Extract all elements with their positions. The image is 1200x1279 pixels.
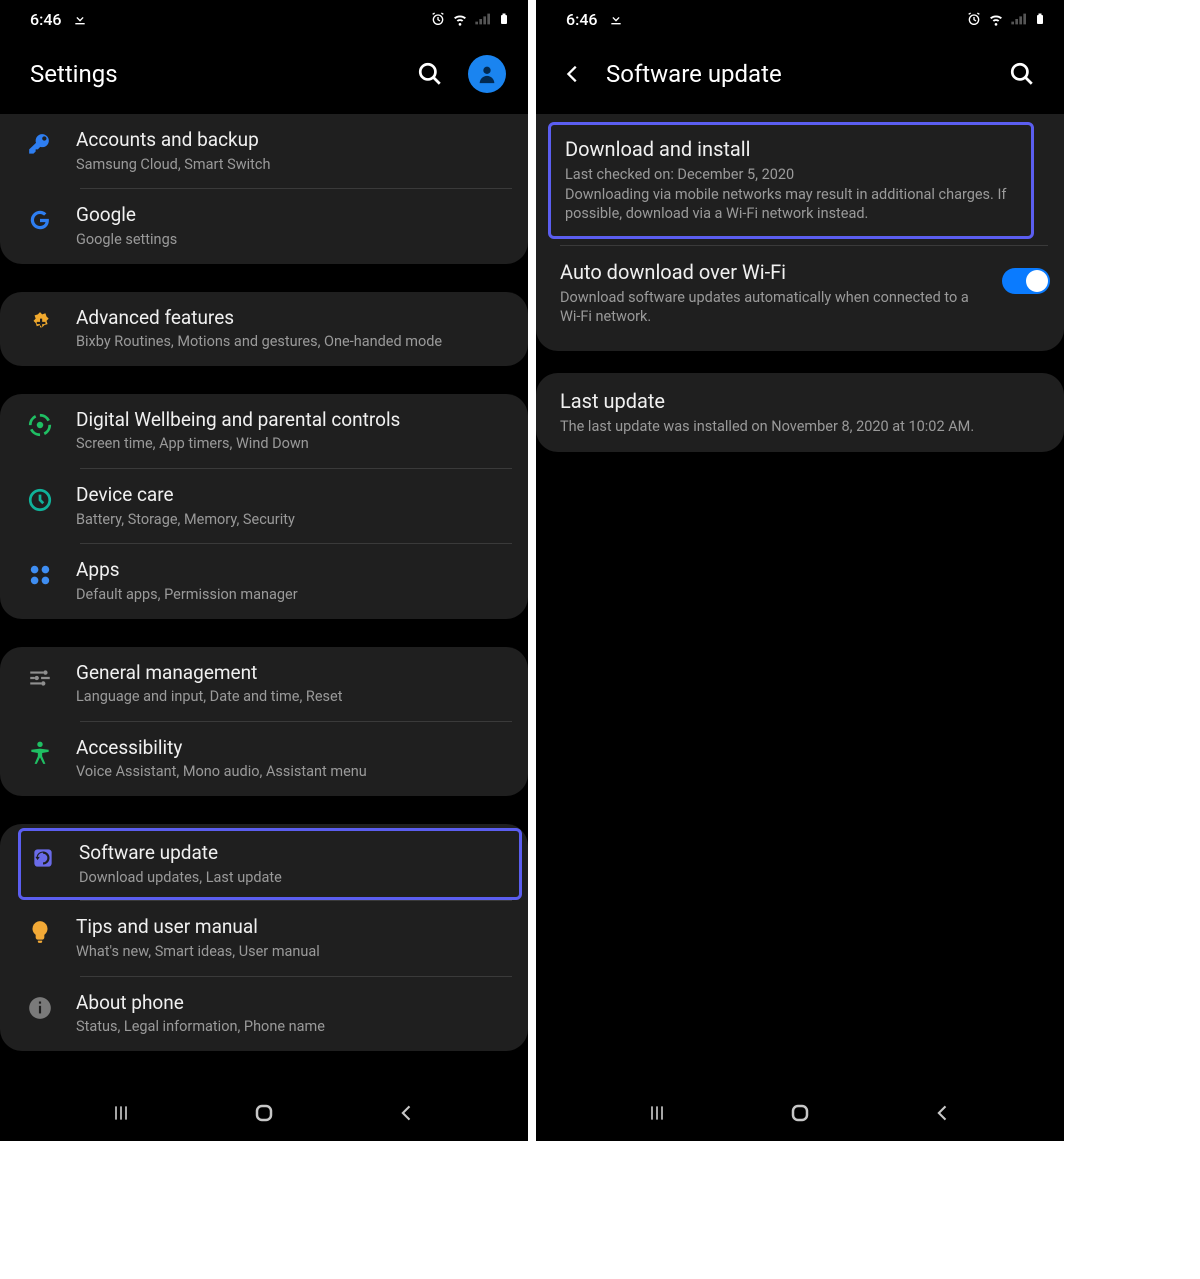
home-button[interactable] [785,1098,815,1128]
row-subtitle: The last update was installed on Novembe… [560,417,1040,437]
row-subtitle: Language and input, Date and time, Reset [76,687,510,707]
row-title: Advanced features [76,306,510,331]
accessibility-icon [27,740,53,770]
alarm-icon [966,11,982,27]
settings-row-google[interactable]: Google Google settings [0,189,528,263]
search-button[interactable] [410,54,450,94]
update-group: Download and install Last checked on: De… [536,114,1064,351]
settings-row-software-update[interactable]: Software update Download updates, Last u… [18,828,522,900]
signal-icon [1010,11,1026,27]
row-title: Auto download over Wi-Fi [560,260,984,284]
settings-group: General management Language and input, D… [0,647,528,797]
row-subtitle: Samsung Cloud, Smart Switch [76,155,510,175]
row-subtitle: Default apps, Permission manager [76,585,510,605]
row-title: Last update [560,389,1040,413]
software-update-screen: 6:46 Software update Download and instal… [536,0,1064,1141]
bulb-icon [27,919,53,949]
settings-group: Digital Wellbeing and parental controls … [0,394,528,619]
page-title: Software update [606,60,984,88]
settings-row-accessibility[interactable]: Accessibility Voice Assistant, Mono audi… [0,722,528,796]
row-subtitle: What's new, Smart ideas, User manual [76,942,510,962]
download-icon [72,11,88,27]
download-icon [608,11,624,27]
row-title: Tips and user manual [76,915,510,940]
auto-download-row[interactable]: Auto download over Wi-Fi Download softwa… [536,246,1064,343]
wifi-icon [452,11,468,27]
row-subtitle: Download software updates automatically … [560,288,984,327]
status-time: 6:46 [30,10,62,29]
settings-group: Advanced features Bixby Routines, Motion… [0,292,528,366]
recents-button[interactable] [106,1098,136,1128]
settings-row-device-care[interactable]: Device care Battery, Storage, Memory, Se… [0,469,528,543]
status-bar: 6:46 [0,0,528,36]
row-title: Software update [79,841,507,866]
back-button[interactable] [392,1098,422,1128]
page-title: Settings [30,60,392,88]
recents-button[interactable] [642,1098,672,1128]
row-subtitle: Voice Assistant, Mono audio, Assistant m… [76,762,510,782]
settings-row-about-phone[interactable]: About phone Status, Legal information, P… [0,977,528,1051]
info-icon [27,995,53,1025]
sliders-icon [27,665,53,695]
row-title: About phone [76,991,510,1016]
battery-icon [496,11,512,27]
key-icon [27,132,53,162]
apps-icon [27,562,53,592]
settings-row-accounts-backup[interactable]: Accounts and backup Samsung Cloud, Smart… [0,114,528,188]
row-title: Apps [76,558,510,583]
download-install-row[interactable]: Download and install Last checked on: De… [548,122,1034,239]
row-subtitle: Download updates, Last update [79,868,507,888]
software-update-icon [30,845,56,875]
row-title: Accessibility [76,736,510,761]
settings-row-general-management[interactable]: General management Language and input, D… [0,647,528,721]
row-title: Digital Wellbeing and parental controls [76,408,510,433]
app-bar: Settings [0,36,528,114]
settings-group: Software update Download updates, Last u… [0,824,528,1051]
wellbeing-icon [27,412,53,442]
google-icon [27,207,53,237]
settings-row-digital-wellbeing[interactable]: Digital Wellbeing and parental controls … [0,394,528,468]
back-button[interactable] [928,1098,958,1128]
settings-list[interactable]: Accounts and backup Samsung Cloud, Smart… [0,114,528,1085]
signal-icon [474,11,490,27]
row-subtitle: Status, Legal information, Phone name [76,1017,510,1037]
advanced-icon [27,310,53,340]
row-title: General management [76,661,510,686]
settings-screen: 6:46 Settings Accounts and backup [0,0,528,1141]
row-subtitle: Battery, Storage, Memory, Security [76,510,510,530]
row-title: Google [76,203,510,228]
nav-bar [536,1085,1064,1141]
row-subtitle: Google settings [76,230,510,250]
row-subtitle: Bixby Routines, Motions and gestures, On… [76,332,510,352]
settings-row-tips[interactable]: Tips and user manual What's new, Smart i… [0,901,528,975]
status-time: 6:46 [566,10,598,29]
row-subtitle: Screen time, App timers, Wind Down [76,434,510,454]
wifi-icon [988,11,1004,27]
software-update-list[interactable]: Download and install Last checked on: De… [536,114,1064,1085]
settings-row-advanced-features[interactable]: Advanced features Bixby Routines, Motion… [0,292,528,366]
update-group: Last update The last update was installe… [536,373,1064,453]
nav-bar [0,1085,528,1141]
app-bar: Software update [536,36,1064,114]
last-update-row[interactable]: Last update The last update was installe… [536,373,1064,453]
battery-icon [1032,11,1048,27]
row-title: Accounts and backup [76,128,510,153]
settings-group: Accounts and backup Samsung Cloud, Smart… [0,114,528,264]
row-subtitle: Last checked on: December 5, 2020 Downlo… [565,165,1017,224]
profile-button[interactable] [468,55,506,93]
back-button[interactable] [558,59,588,89]
row-title: Device care [76,483,510,508]
device-care-icon [27,487,53,517]
settings-row-apps[interactable]: Apps Default apps, Permission manager [0,544,528,618]
auto-download-toggle[interactable] [1002,268,1050,294]
status-bar: 6:46 [536,0,1064,36]
row-title: Download and install [565,137,1017,161]
search-button[interactable] [1002,54,1042,94]
alarm-icon [430,11,446,27]
home-button[interactable] [249,1098,279,1128]
